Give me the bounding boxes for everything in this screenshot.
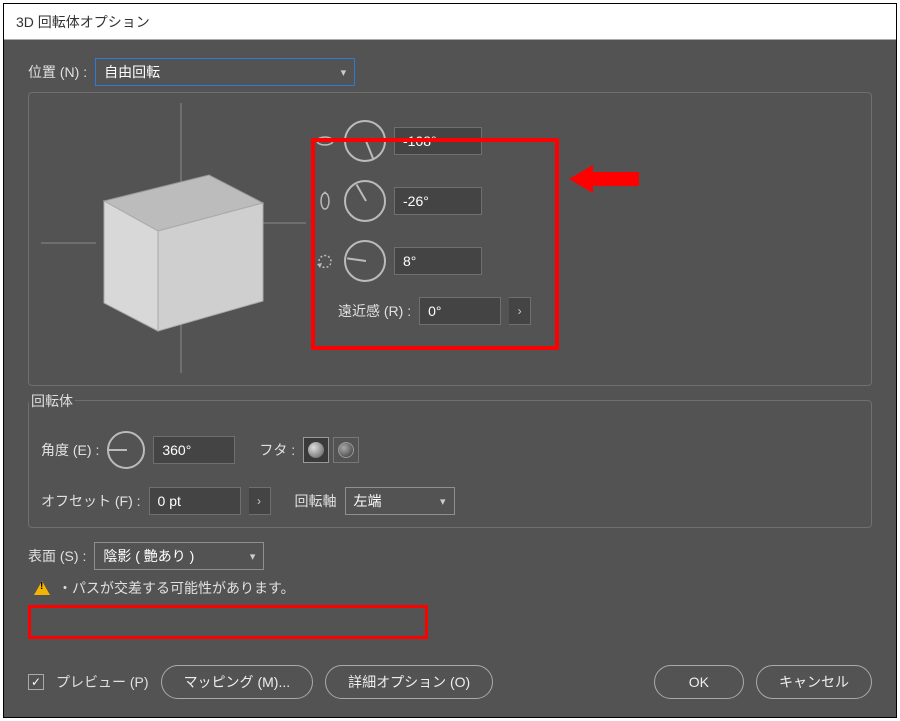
rotate-x-dial[interactable] <box>344 120 386 162</box>
cap-off-button[interactable] <box>333 437 359 463</box>
more-label: 詳細オプション (O) <box>348 672 470 692</box>
position-select[interactable]: 自由回転 ▾ <box>95 58 355 86</box>
rotate-z-dial[interactable] <box>344 240 386 282</box>
perspective-stepper[interactable]: › <box>509 297 531 325</box>
perspective-row: 遠近感 (R) : 0° › <box>338 297 539 325</box>
warning-row: ・パスが交差する可能性があります。 <box>28 574 872 602</box>
rotate-x-value: -108° <box>403 133 437 149</box>
rotate-x-row: -108° <box>314 111 539 171</box>
window-title: 3D 回転体オプション <box>16 14 150 30</box>
preview-area: -108° -26° <box>41 103 859 373</box>
position-value: 自由回転 <box>104 62 160 82</box>
cube-svg <box>41 103 306 373</box>
ok-label: OK <box>689 674 709 690</box>
position-label: 位置 (N) : <box>28 62 87 82</box>
rotate-z-input[interactable]: 8° <box>394 247 482 275</box>
chevron-down-icon: ▾ <box>440 495 446 508</box>
perspective-input[interactable]: 0° <box>419 297 501 325</box>
offset-value: 0 pt <box>158 493 181 509</box>
chevron-down-icon: ▾ <box>250 550 256 563</box>
angle-value: 360° <box>162 442 191 458</box>
offset-input[interactable]: 0 pt <box>149 487 241 515</box>
cancel-label: キャンセル <box>779 672 849 692</box>
dialog-window: 3D 回転体オプション 位置 (N) : 自由回転 ▾ <box>3 3 897 718</box>
surface-label: 表面 (S) : <box>28 546 86 566</box>
preview-label: プレビュー (P) <box>56 672 149 692</box>
surface-row: 表面 (S) : 陰影 ( 艶あり ) ▾ <box>28 542 872 570</box>
revolve-angle-row: 角度 (E) : 360° フタ : <box>41 431 859 469</box>
perspective-label: 遠近感 (R) : <box>338 301 411 321</box>
rotate-z-row: 8° <box>314 231 539 291</box>
cap-label: フタ : <box>259 440 295 460</box>
rotate-z-value: 8° <box>403 253 416 269</box>
position-row: 位置 (N) : 自由回転 ▾ <box>28 56 872 86</box>
rotate-y-dial[interactable] <box>344 180 386 222</box>
surface-value: 陰影 ( 艶あり ) <box>103 546 194 566</box>
axis-label: 回転軸 <box>295 491 337 511</box>
annotation-box-warning <box>28 605 428 639</box>
mapping-button[interactable]: マッピング (M)... <box>161 665 314 699</box>
preview-checkbox[interactable]: ✓ <box>28 674 44 690</box>
mapping-label: マッピング (M)... <box>184 672 291 692</box>
perspective-value: 0° <box>428 303 441 319</box>
offset-label: オフセット (F) : <box>41 491 141 511</box>
surface-select[interactable]: 陰影 ( 艶あり ) ▾ <box>94 542 264 570</box>
revolve-group: 回転体 角度 (E) : 360° フタ : オフセット (F) : 0 <box>28 400 872 528</box>
ok-button[interactable]: OK <box>654 665 744 699</box>
axis-value: 左端 <box>354 491 382 511</box>
rotate-y-input[interactable]: -26° <box>394 187 482 215</box>
rotate-z-icon <box>314 250 336 272</box>
rotate-y-icon <box>314 190 336 212</box>
warning-text: ・パスが交差する可能性があります。 <box>58 578 295 598</box>
angle-dial[interactable] <box>107 431 145 469</box>
title-bar: 3D 回転体オプション <box>4 4 896 40</box>
more-options-button[interactable]: 詳細オプション (O) <box>325 665 493 699</box>
dialog-content: 位置 (N) : 自由回転 ▾ <box>4 40 896 717</box>
rotate-y-row: -26° <box>314 171 539 231</box>
angle-input[interactable]: 360° <box>153 436 235 464</box>
warning-icon <box>34 581 50 595</box>
dialog-footer: ✓ プレビュー (P) マッピング (M)... 詳細オプション (O) OK … <box>28 665 872 699</box>
rotate-y-value: -26° <box>403 193 429 209</box>
axis-select[interactable]: 左端 ▾ <box>345 487 455 515</box>
revolve-legend: 回転体 <box>29 391 75 411</box>
offset-stepper[interactable]: › <box>249 487 271 515</box>
rotate-x-icon <box>314 130 336 152</box>
offset-row: オフセット (F) : 0 pt › 回転軸 左端 ▾ <box>41 487 859 515</box>
cap-on-button[interactable] <box>303 437 329 463</box>
position-group: -108° -26° <box>28 92 872 386</box>
cap-icons <box>303 437 359 463</box>
rotation-panel: -108° -26° <box>306 103 551 335</box>
angle-label: 角度 (E) : <box>41 440 99 460</box>
chevron-down-icon: ▾ <box>341 66 347 79</box>
annotation-arrow <box>573 165 639 193</box>
cancel-button[interactable]: キャンセル <box>756 665 872 699</box>
cube-preview[interactable] <box>41 103 306 373</box>
rotate-x-input[interactable]: -108° <box>394 127 482 155</box>
